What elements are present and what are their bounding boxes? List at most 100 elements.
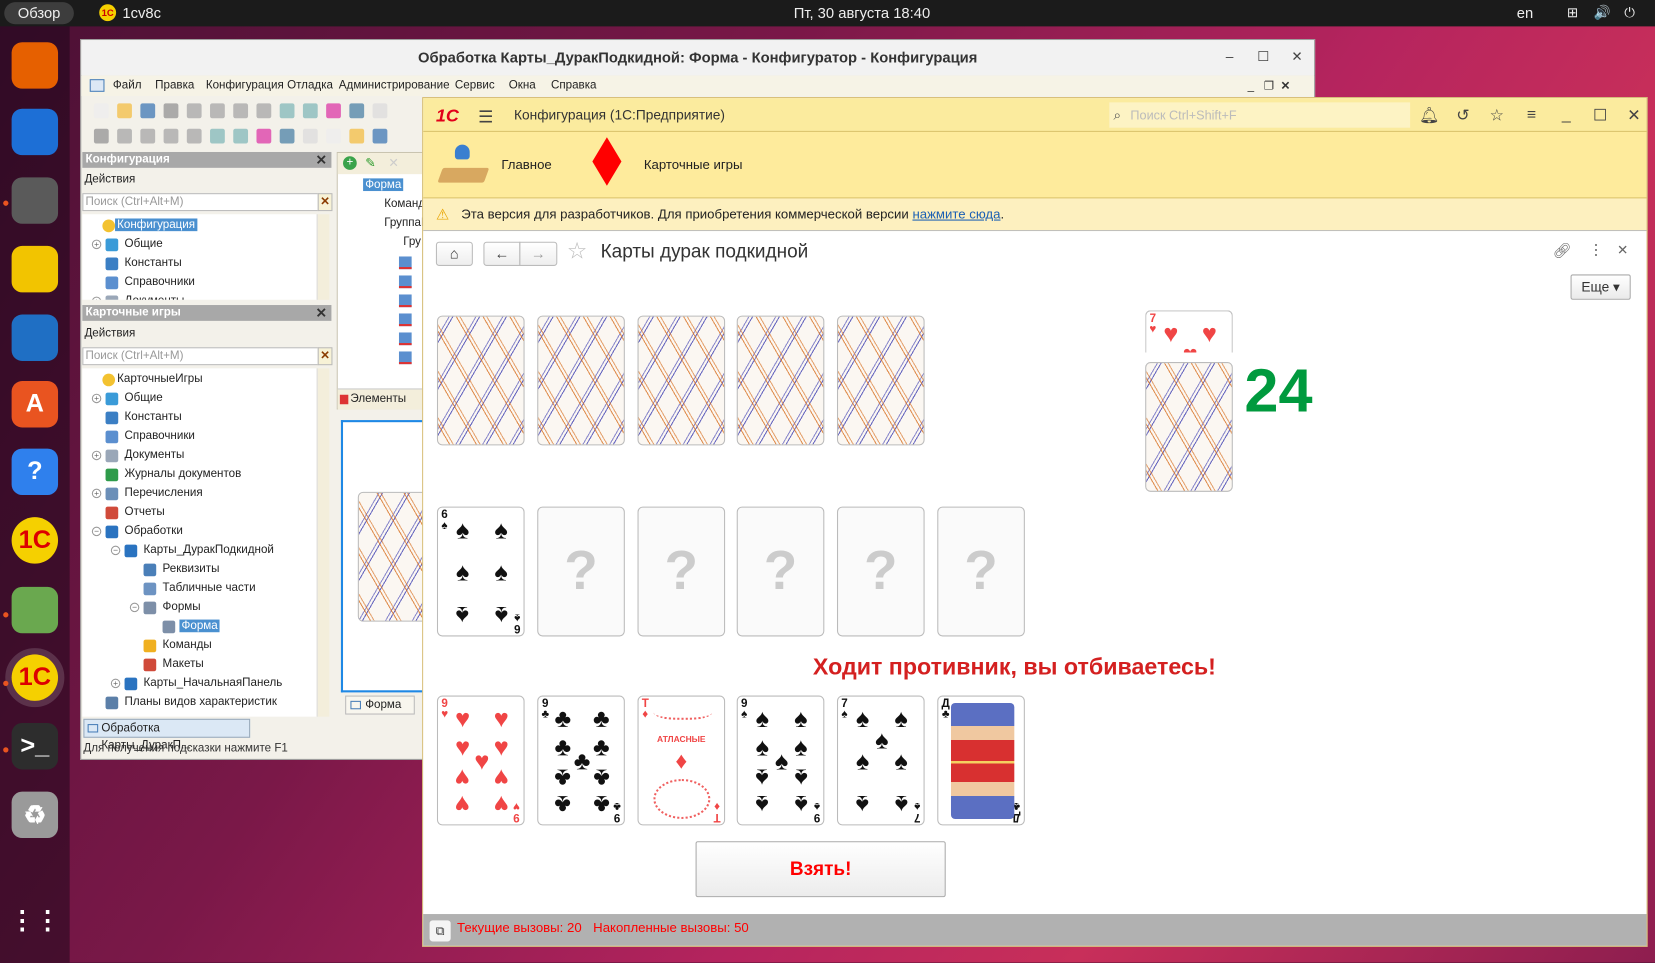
firefox-icon[interactable] (11, 42, 59, 89)
mdi-window-controls[interactable]: _ ❐ ✕ (1248, 79, 1291, 93)
menu-2[interactable]: Конфигурация (206, 79, 284, 92)
actions-menu[interactable]: Действия (84, 327, 135, 340)
menu-window-icon[interactable] (89, 79, 105, 92)
tree-item[interactable]: Справочники (82, 273, 316, 292)
card-hand[interactable]: 9 ♥ 9 ♥ ♥ ♥ ♥ ♥ ♥ ♥ ♥ ♥ ♥ (436, 695, 525, 826)
tree-item[interactable]: Справочники (82, 427, 316, 446)
toolbar-button[interactable] (279, 128, 295, 144)
diamond-icon[interactable] (592, 137, 622, 186)
menu-1[interactable]: Правка (155, 79, 194, 92)
toolbar-button[interactable] (93, 103, 109, 119)
close-form-icon[interactable]: ✕ (1617, 242, 1629, 259)
deck-card-back[interactable] (1145, 362, 1233, 492)
history-icon[interactable]: ↺ (1452, 106, 1473, 125)
toolbar-button[interactable] (117, 128, 132, 144)
card-hand[interactable]: 9 ♠ 9 ♠ ♠ ♠ ♠ ♠ ♠ ♠ ♠ ♠ ♠ (736, 695, 825, 826)
geogebra-icon[interactable] (11, 586, 59, 634)
card-hand[interactable]: 9 ♣ 9 ♣ ♣ ♣ ♣ ♣ ♣ ♣ ♣ ♣ ♣ (537, 695, 625, 826)
section-main[interactable] (437, 140, 491, 191)
toolbar-button[interactable] (326, 128, 341, 144)
tree-item[interactable]: Команды (82, 636, 316, 655)
maximize-icon[interactable]: ☐ (1590, 106, 1611, 125)
form-tree-item[interactable]: ГруппаГ (384, 216, 427, 229)
card-hand[interactable]: Д ♣ Д ♣ (937, 695, 1025, 826)
monitor-icon[interactable]: ⧉ (429, 920, 451, 942)
tree-item[interactable]: Константы (82, 254, 316, 273)
tree-item[interactable]: − Формы (82, 598, 316, 617)
toolbar-button[interactable] (163, 128, 179, 144)
menu-3[interactable]: Отладка (287, 79, 333, 92)
toolbar-button[interactable] (140, 128, 156, 144)
app-center-icon[interactable]: A (11, 381, 59, 428)
link-icon[interactable]: 🔗︎ (1553, 242, 1572, 260)
add-icon[interactable]: + (343, 156, 357, 170)
more-actions-icon[interactable]: ⋮ (1588, 241, 1603, 259)
toolbar-button[interactable] (256, 103, 272, 119)
volume-icon[interactable]: 🔊 (1594, 5, 1611, 20)
home-button[interactable]: ⌂ (435, 241, 473, 266)
section-card-games-label[interactable]: Карточные игры (644, 157, 743, 172)
scrollbar[interactable] (316, 368, 330, 717)
terminal-icon[interactable]: >_ (11, 723, 59, 770)
card-hand[interactable]: 7 ♠ 7 ♠ ♠ ♠ ♠ ♠ ♠ ♠ ♠ (836, 695, 925, 826)
tree-item[interactable]: Табличные части (82, 579, 316, 598)
form-tree-item[interactable]: Команд (384, 197, 425, 210)
clear-search-icon[interactable]: ✕ (317, 347, 333, 366)
writer-icon[interactable] (11, 314, 59, 361)
toolbar-button[interactable] (256, 128, 272, 144)
power-icon[interactable]: ⏻ (1622, 5, 1637, 20)
close-icon[interactable]: ✕ (316, 152, 328, 168)
rhythmbox-icon[interactable] (11, 245, 59, 293)
card-hand[interactable]: Т ♦ Т ♦ АТЛАСНЫЕ ♦ (637, 695, 726, 826)
star-icon[interactable]: ☆ (1486, 106, 1507, 125)
form-tree-item[interactable]: Гру (403, 235, 421, 248)
actions-menu[interactable]: Действия (84, 173, 135, 186)
tree-item[interactable]: Отчеты (82, 503, 316, 522)
toolbar-button[interactable] (349, 128, 365, 144)
tree-item[interactable]: + Перечисления (82, 484, 316, 503)
tree-item[interactable]: − Обработки (82, 522, 316, 541)
toolbar-button[interactable] (349, 103, 365, 119)
toolbar-button[interactable] (163, 103, 179, 119)
more-button[interactable]: Еще ▾ (1570, 274, 1631, 300)
take-button[interactable]: Взять! (695, 841, 946, 898)
expand-icon[interactable]: + (91, 296, 102, 300)
tab-form[interactable]: Форма (345, 695, 415, 715)
toolbar-button[interactable] (210, 128, 225, 144)
global-search-input[interactable]: ⌕ Поиск Ctrl+Shift+F (1109, 102, 1411, 128)
clear-search-icon[interactable]: ✕ (317, 193, 333, 212)
toolbar-button[interactable] (140, 103, 156, 119)
toolbar-button[interactable] (117, 103, 132, 119)
tree-item[interactable]: КарточныеИгры (82, 370, 316, 389)
menu-0[interactable]: Файл (113, 79, 142, 92)
menu-icon[interactable]: ☰ (478, 107, 493, 128)
expand-icon[interactable]: + (110, 678, 121, 689)
tree-item[interactable]: Макеты (82, 655, 316, 674)
maximize-button[interactable]: ☐ (1255, 49, 1272, 66)
functions-menu-icon[interactable]: ≡ (1521, 106, 1542, 125)
toolbar-button[interactable] (372, 128, 388, 144)
expand-icon[interactable]: + (91, 450, 102, 461)
tree-item[interactable]: + Карты_НачальнаяПанель (82, 674, 316, 693)
forward-button[interactable]: → (519, 241, 558, 266)
scrollbar[interactable] (316, 214, 330, 300)
tree-item[interactable]: − Карты_ДуракПодкидной (82, 541, 316, 560)
tree-item[interactable]: Форма (82, 617, 316, 636)
clock[interactable]: Пт, 30 августа 18:40 (794, 4, 930, 21)
close-icon[interactable]: ✕ (1623, 106, 1644, 125)
menu-7[interactable]: Справка (551, 79, 597, 92)
toolbar-button[interactable] (302, 128, 318, 144)
close-icon[interactable]: ✕ (316, 305, 328, 321)
toolbar-button[interactable] (302, 103, 318, 119)
toolbar-button[interactable] (233, 103, 249, 119)
tree-item[interactable]: Планы видов характеристик (82, 693, 316, 712)
back-button[interactable]: ← (483, 241, 521, 266)
trash-icon[interactable]: ♻ (11, 791, 59, 839)
expand-icon[interactable]: − (129, 602, 140, 613)
expand-icon[interactable]: − (110, 545, 121, 556)
network-icon[interactable]: ⊞ (1565, 5, 1580, 20)
menu-6[interactable]: Окна (509, 79, 536, 92)
toolbar-button[interactable] (186, 128, 202, 144)
keyboard-layout[interactable]: en (1517, 4, 1533, 21)
minimize-icon[interactable]: _ (1556, 106, 1577, 125)
